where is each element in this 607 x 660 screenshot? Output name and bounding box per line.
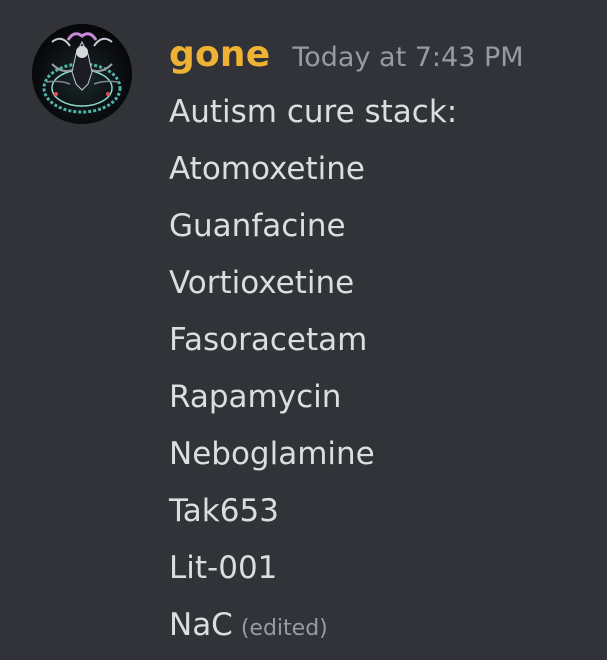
- message-line: Tak653: [169, 493, 279, 529]
- message-line: Autism cure stack:: [169, 94, 458, 130]
- chat-message: gone Today at 7:43 PM Autism cure stack: …: [0, 0, 607, 660]
- message-header: gone Today at 7:43 PM: [169, 30, 524, 80]
- edited-indicator: (edited): [240, 616, 328, 641]
- message-line: Guanfacine: [169, 208, 346, 244]
- timestamp[interactable]: Today at 7:43 PM: [292, 33, 523, 83]
- message-line: Atomoxetine: [169, 151, 365, 187]
- message-line: Rapamycin: [169, 379, 342, 415]
- message-line-last: NaC (edited): [169, 597, 457, 654]
- username[interactable]: gone: [169, 30, 270, 80]
- message-content: Autism cure stack: Atomoxetine Guanfacin…: [169, 84, 457, 654]
- message-line: Vortioxetine: [169, 265, 355, 301]
- user-avatar[interactable]: [32, 24, 132, 124]
- avatar-image: [32, 24, 132, 124]
- message-line: Lit-001: [169, 550, 278, 586]
- message-line: Neboglamine: [169, 436, 375, 472]
- message-line-text: NaC: [169, 607, 233, 643]
- message-line: Fasoracetam: [169, 322, 368, 358]
